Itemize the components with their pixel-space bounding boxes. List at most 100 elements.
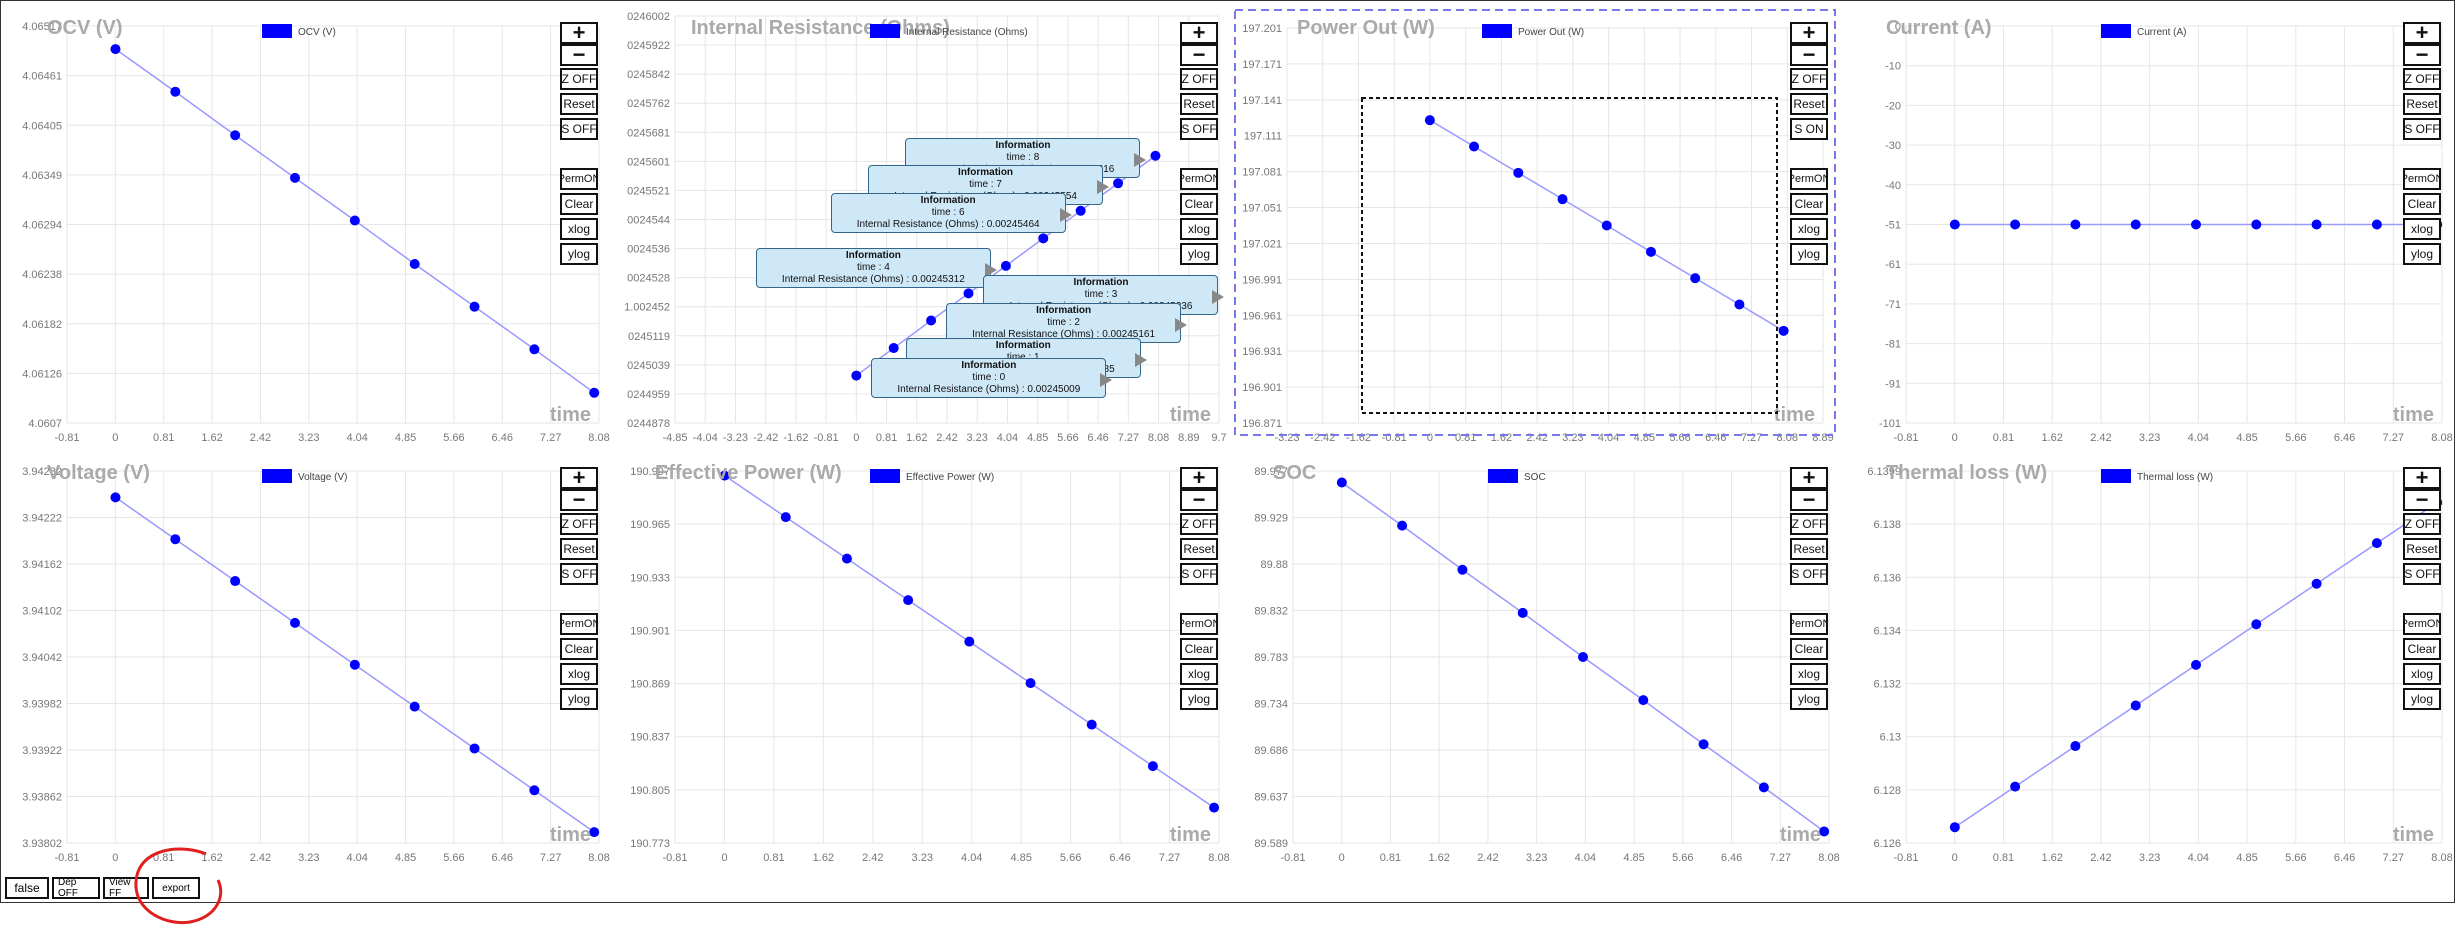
zoom-toggle-button[interactable]: Z OFF xyxy=(1790,68,1828,90)
xlog-button[interactable]: xlog xyxy=(560,663,598,685)
data-point[interactable] xyxy=(170,534,181,545)
zoom-in-button[interactable]: + xyxy=(560,22,598,44)
zoom-out-button[interactable]: − xyxy=(2403,44,2441,66)
clear-button[interactable]: Clear xyxy=(1180,193,1218,215)
data-point[interactable] xyxy=(1469,141,1480,152)
ylog-button[interactable]: ylog xyxy=(560,688,598,710)
select-toggle-button[interactable]: S OFF xyxy=(1180,563,1218,585)
data-point[interactable] xyxy=(2371,538,2382,549)
data-point[interactable] xyxy=(2191,219,2202,230)
data-point[interactable] xyxy=(2371,219,2382,230)
zoom-toggle-button[interactable]: Z OFF xyxy=(1180,513,1218,535)
perm-on-button[interactable]: PermON xyxy=(560,168,598,190)
select-toggle-button[interactable]: S OFF xyxy=(2403,118,2441,140)
data-point[interactable] xyxy=(2010,219,2021,230)
ylog-button[interactable]: ylog xyxy=(1790,688,1828,710)
reset-button[interactable]: Reset xyxy=(560,93,598,115)
data-point[interactable] xyxy=(903,595,914,606)
data-point[interactable] xyxy=(409,259,420,270)
data-point[interactable] xyxy=(2311,578,2322,589)
data-point[interactable] xyxy=(888,343,899,354)
data-point[interactable] xyxy=(1397,520,1408,531)
data-point[interactable] xyxy=(1949,219,1960,230)
zoom-toggle-button[interactable]: Z OFF xyxy=(1790,513,1828,535)
reset-button[interactable]: Reset xyxy=(2403,538,2441,560)
select-toggle-button[interactable]: S OFF xyxy=(1790,563,1828,585)
clear-button[interactable]: Clear xyxy=(560,638,598,660)
data-point[interactable] xyxy=(290,172,300,183)
zoom-toggle-button[interactable]: Z OFF xyxy=(560,68,598,90)
xlog-button[interactable]: xlog xyxy=(1180,218,1218,240)
zoom-out-button[interactable]: − xyxy=(1790,489,1828,511)
data-point[interactable] xyxy=(963,288,974,299)
data-point[interactable] xyxy=(964,636,975,647)
data-point[interactable] xyxy=(1698,739,1709,750)
data-point[interactable] xyxy=(409,701,420,712)
data-point[interactable] xyxy=(1949,822,1960,833)
data-point[interactable] xyxy=(926,315,937,326)
zoom-toggle-button[interactable]: Z OFF xyxy=(1180,68,1218,90)
data-point[interactable] xyxy=(349,215,360,226)
data-point[interactable] xyxy=(469,301,480,312)
data-point[interactable] xyxy=(2311,219,2322,230)
zoom-out-button[interactable]: − xyxy=(2403,489,2441,511)
reset-button[interactable]: Reset xyxy=(1790,93,1828,115)
zoom-out-button[interactable]: − xyxy=(1180,44,1218,66)
data-point[interactable] xyxy=(2130,219,2141,230)
perm-on-button[interactable]: PermON xyxy=(1790,613,1828,635)
perm-on-button[interactable]: PermON xyxy=(1180,613,1218,635)
data-point[interactable] xyxy=(1517,607,1528,618)
zoom-out-button[interactable]: − xyxy=(560,489,598,511)
data-point[interactable] xyxy=(230,576,241,587)
perm-on-button[interactable]: PermON xyxy=(2403,613,2441,635)
ylog-button[interactable]: ylog xyxy=(1180,243,1218,265)
zoom-in-button[interactable]: + xyxy=(1180,467,1218,489)
ylog-button[interactable]: ylog xyxy=(2403,243,2441,265)
clear-button[interactable]: Clear xyxy=(2403,638,2441,660)
xlog-button[interactable]: xlog xyxy=(1790,218,1828,240)
data-point[interactable] xyxy=(170,86,181,97)
data-point[interactable] xyxy=(1557,194,1568,205)
select-toggle-button[interactable]: S ON xyxy=(1790,118,1828,140)
reset-button[interactable]: Reset xyxy=(1180,538,1218,560)
dep-off-button[interactable]: Dep OFF xyxy=(52,877,100,899)
ylog-button[interactable]: ylog xyxy=(1180,688,1218,710)
ylog-button[interactable]: ylog xyxy=(560,243,598,265)
data-point[interactable] xyxy=(1601,220,1612,231)
data-point[interactable] xyxy=(110,44,121,55)
xlog-button[interactable]: xlog xyxy=(1180,663,1218,685)
zoom-out-button[interactable]: − xyxy=(560,44,598,66)
data-point[interactable] xyxy=(1457,564,1468,575)
zoom-in-button[interactable]: + xyxy=(2403,467,2441,489)
data-point[interactable] xyxy=(2130,700,2141,711)
perm-on-button[interactable]: PermON xyxy=(2403,168,2441,190)
data-point[interactable] xyxy=(1513,167,1524,178)
perm-on-button[interactable]: PermON xyxy=(1180,168,1218,190)
zoom-toggle-button[interactable]: Z OFF xyxy=(560,513,598,535)
zoom-out-button[interactable]: − xyxy=(1180,489,1218,511)
zoom-in-button[interactable]: + xyxy=(1790,467,1828,489)
data-point[interactable] xyxy=(1734,299,1745,310)
data-point[interactable] xyxy=(1038,233,1049,244)
data-point[interactable] xyxy=(2070,219,2081,230)
reset-button[interactable]: Reset xyxy=(560,538,598,560)
data-point[interactable] xyxy=(1645,246,1656,257)
data-point[interactable] xyxy=(851,370,862,381)
data-point[interactable] xyxy=(1209,802,1220,813)
zoom-in-button[interactable]: + xyxy=(2403,22,2441,44)
data-point[interactable] xyxy=(290,617,300,628)
reset-button[interactable]: Reset xyxy=(2403,93,2441,115)
xlog-button[interactable]: xlog xyxy=(2403,663,2441,685)
zoom-in-button[interactable]: + xyxy=(1180,22,1218,44)
xlog-button[interactable]: xlog xyxy=(1790,663,1828,685)
zoom-in-button[interactable]: + xyxy=(560,467,598,489)
data-point[interactable] xyxy=(529,785,540,796)
zoom-toggle-button[interactable]: Z OFF xyxy=(2403,68,2441,90)
xlog-button[interactable]: xlog xyxy=(560,218,598,240)
data-point[interactable] xyxy=(2251,619,2262,630)
data-point[interactable] xyxy=(1086,719,1097,730)
selection-box[interactable] xyxy=(1361,97,1778,414)
data-point[interactable] xyxy=(2251,219,2262,230)
data-point[interactable] xyxy=(2191,659,2202,670)
data-point[interactable] xyxy=(1638,695,1649,706)
